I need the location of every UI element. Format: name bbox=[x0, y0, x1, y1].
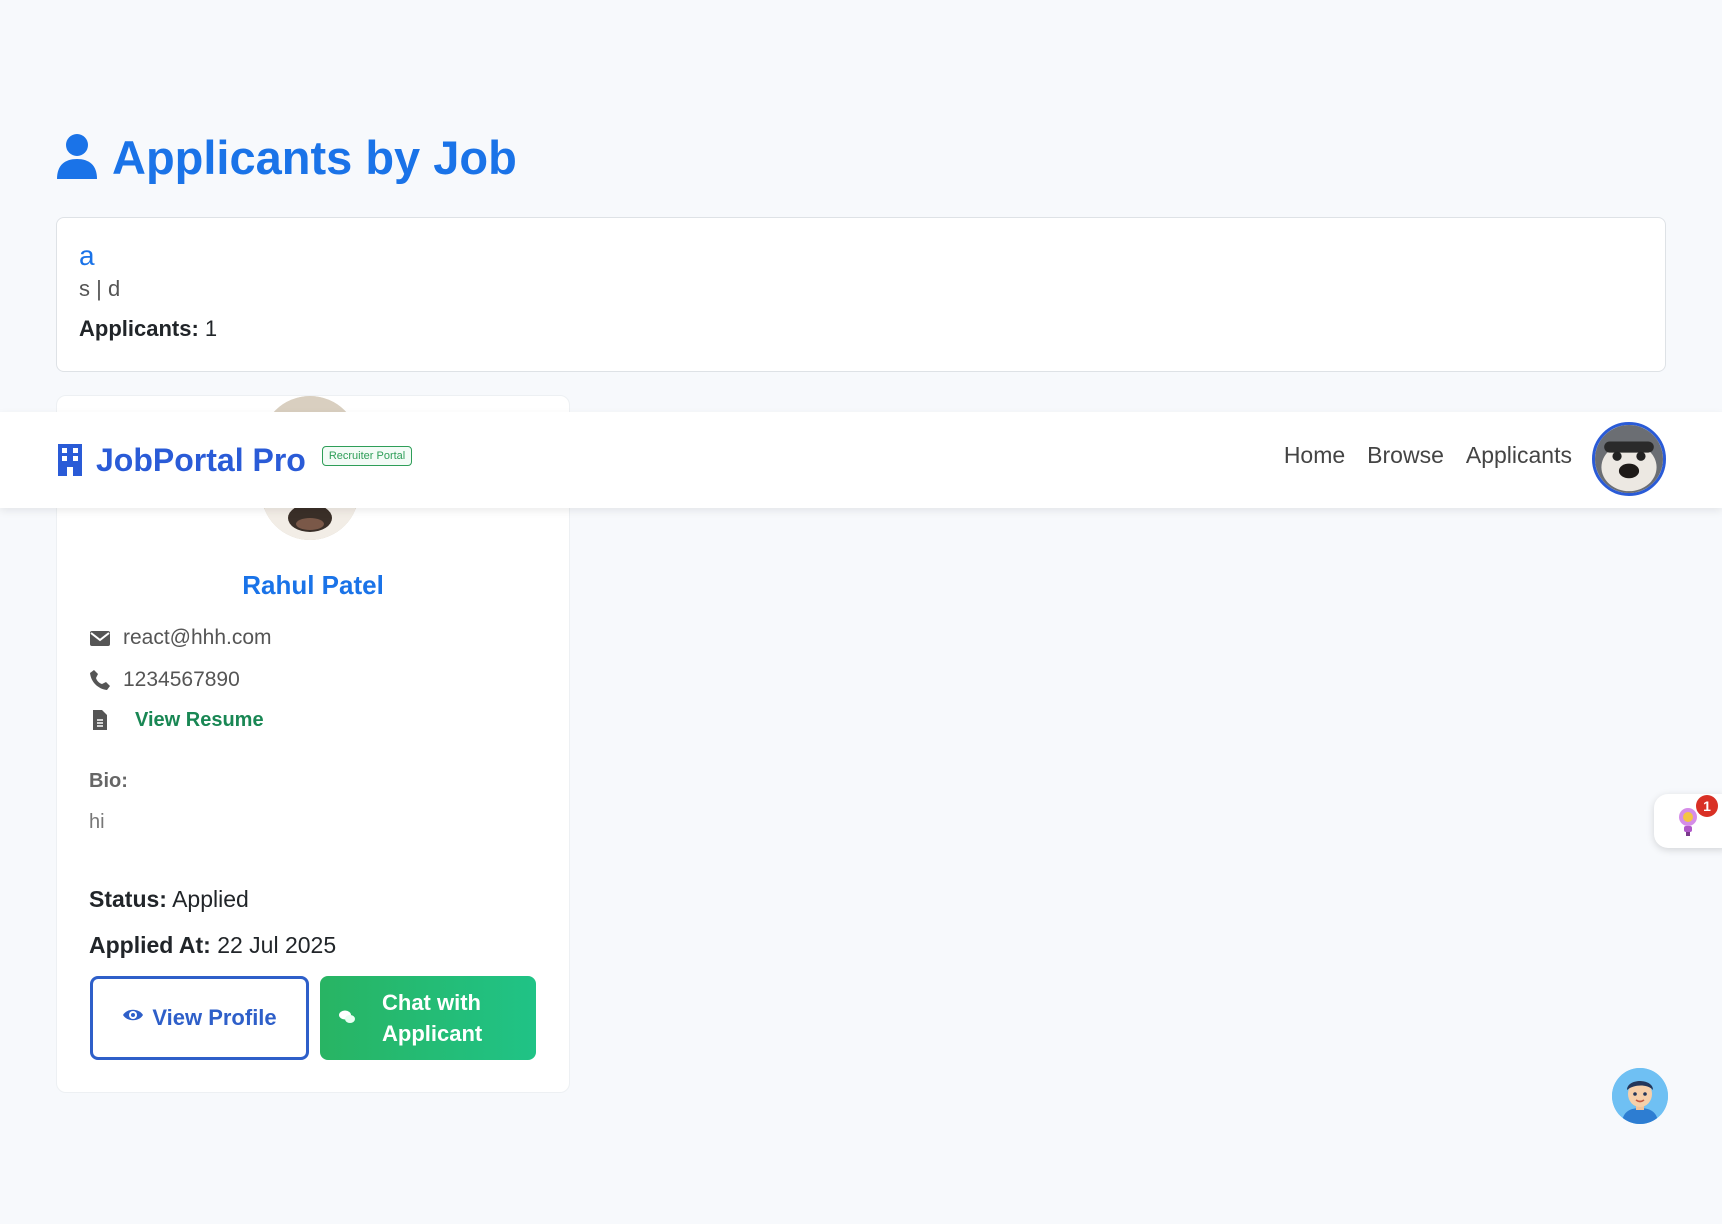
page-title-text: Applicants by Job bbox=[112, 130, 517, 184]
job-applicants-count: Applicants: 1 bbox=[79, 314, 1643, 344]
status-label: Status: bbox=[89, 886, 167, 912]
chat-label: Chat with Applicant bbox=[382, 990, 483, 1046]
assistant-avatar[interactable] bbox=[1612, 1068, 1668, 1124]
status-value: Applied bbox=[172, 886, 249, 912]
view-profile-button[interactable]: View Profile bbox=[90, 976, 309, 1060]
recruiter-portal-badge: Recruiter Portal bbox=[321, 446, 413, 466]
applicants-value: 1 bbox=[204, 316, 218, 341]
applicants-label: Applicants: bbox=[79, 316, 199, 341]
email-row: react@hhh.com bbox=[89, 622, 272, 654]
envelope-icon bbox=[89, 627, 111, 649]
job-title: a bbox=[79, 240, 95, 271]
applied-at-line: Applied At: 22 Jul 2025 bbox=[89, 929, 336, 961]
bio-label: Bio: bbox=[89, 770, 128, 792]
building-icon bbox=[56, 443, 84, 477]
side-notification-widget[interactable]: 1 bbox=[1654, 794, 1722, 848]
navbar: JobPortal Pro Recruiter Portal Home Brow… bbox=[0, 412, 1722, 508]
eye-icon bbox=[122, 1004, 144, 1032]
view-profile-label: View Profile bbox=[152, 1005, 277, 1030]
phone-row: 1234567890 bbox=[89, 664, 240, 696]
applicant-email: react@hhh.com bbox=[123, 626, 272, 649]
view-resume-link[interactable]: View Resume bbox=[135, 709, 264, 732]
brand-name: JobPortal Pro bbox=[96, 441, 306, 478]
nav-link-browse[interactable]: Browse bbox=[1367, 442, 1444, 469]
file-icon bbox=[89, 709, 111, 731]
nav-link-home[interactable]: Home bbox=[1284, 442, 1345, 469]
profile-avatar[interactable] bbox=[1592, 422, 1666, 496]
status-line: Status: Applied bbox=[89, 883, 249, 915]
chat-icon bbox=[338, 1003, 356, 1034]
applied-at-value: 22 Jul 2025 bbox=[217, 932, 337, 958]
phone-icon bbox=[89, 669, 111, 691]
bio-text: hi bbox=[89, 811, 105, 833]
nav-link-applicants[interactable]: Applicants bbox=[1466, 442, 1572, 469]
applicant-phone: 1234567890 bbox=[123, 668, 240, 691]
notification-count-badge: 1 bbox=[1696, 795, 1718, 817]
job-card: a s | d Applicants: 1 bbox=[56, 217, 1666, 372]
applicant-name: Rahul Patel bbox=[242, 570, 384, 600]
brand[interactable]: JobPortal Pro Recruiter Portal bbox=[56, 434, 413, 486]
applied-at-label: Applied At: bbox=[89, 932, 211, 958]
chat-with-applicant-button[interactable]: Chat with Applicant bbox=[320, 976, 536, 1060]
page-title: Applicants by Job bbox=[56, 124, 517, 190]
job-meta: s | d bbox=[79, 276, 121, 301]
nav-links: Home Browse Applicants bbox=[1284, 442, 1572, 469]
user-icon bbox=[56, 133, 98, 181]
resume-row: View Resume bbox=[89, 704, 264, 736]
